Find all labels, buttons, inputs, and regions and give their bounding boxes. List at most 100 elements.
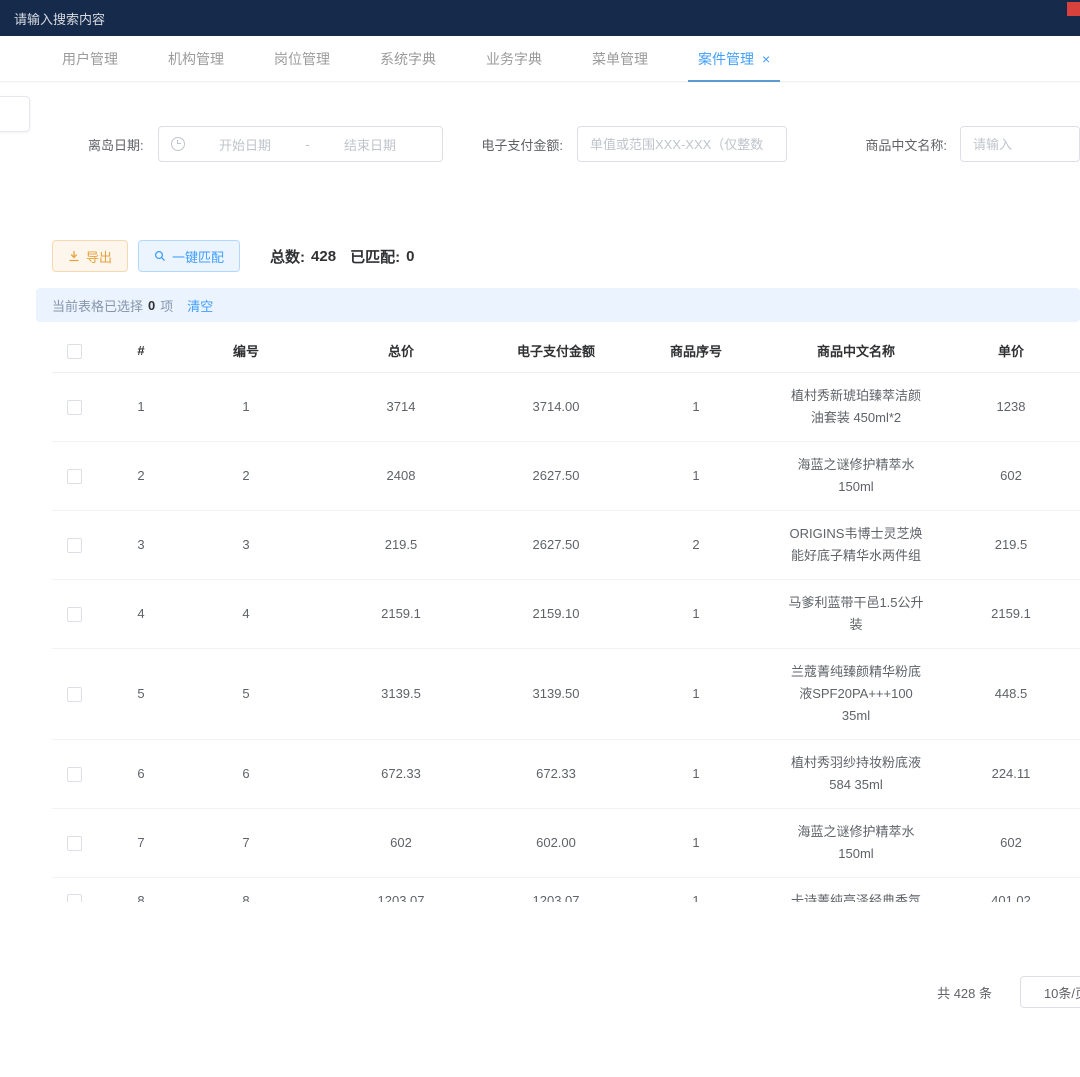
cell-total: 2159.1 <box>306 579 496 648</box>
cell-item_no: 1 <box>616 441 776 510</box>
cell-name: 植村秀羽纱持妆粉底液 584 35ml <box>776 739 936 808</box>
cell-index: 4 <box>96 579 186 648</box>
row-checkbox[interactable] <box>67 836 82 851</box>
cell-paid: 2159.10 <box>496 579 616 648</box>
cell-checkbox <box>52 648 96 739</box>
cell-unit: 448.5 <box>936 648 1080 739</box>
cell-code: 7 <box>186 808 306 877</box>
table-row: 1137143714.001植村秀新琥珀臻萃洁颜油套装 450ml*21238 <box>52 372 1080 441</box>
date-start-placeholder[interactable]: 开始日期 <box>185 135 306 154</box>
cell-code: 4 <box>186 579 306 648</box>
column-header: 总价 <box>306 330 496 372</box>
cell-paid: 672.33 <box>496 739 616 808</box>
tab-4[interactable]: 系统字典 <box>364 36 452 82</box>
cell-index: 5 <box>96 648 186 739</box>
row-checkbox[interactable] <box>67 767 82 782</box>
cell-checkbox <box>52 441 96 510</box>
cell-name: 海蓝之谜修护精萃水 150ml <box>776 808 936 877</box>
total-label: 总数: <box>270 246 305 267</box>
product-name: 兰蔻菁纯臻颜精华粉底液SPF20PA+++100 35ml <box>786 661 926 727</box>
tab-label: 用户管理 <box>62 49 118 69</box>
row-checkbox[interactable] <box>67 687 82 702</box>
row-checkbox[interactable] <box>67 607 82 622</box>
cell-item_no: 1 <box>616 877 776 902</box>
cell-item_no: 1 <box>616 739 776 808</box>
pagination-total: 共 428 条 <box>937 983 992 1002</box>
matched-label: 已匹配: <box>350 246 400 267</box>
cell-checkbox <box>52 739 96 808</box>
cell-item_no: 1 <box>616 579 776 648</box>
product-name-input[interactable] <box>960 126 1080 162</box>
row-checkbox[interactable] <box>67 894 82 902</box>
selection-prefix: 当前表格已选择 <box>52 296 143 315</box>
cell-item_no: 2 <box>616 510 776 579</box>
tab-label: 业务字典 <box>486 49 542 69</box>
table-row: 442159.12159.101马爹利蓝带干邑1.5公升装2159.1 <box>52 579 1080 648</box>
global-search-input[interactable]: 请输入搜索内容 <box>14 9 105 28</box>
cell-checkbox <box>52 579 96 648</box>
tab-7[interactable]: 案件管理× <box>682 36 786 82</box>
cell-total: 3139.5 <box>306 648 496 739</box>
toolbar: 导出 一键匹配 总数: 428 已匹配: 0 <box>0 240 1080 272</box>
column-header: 编号 <box>186 330 306 372</box>
cell-code: 6 <box>186 739 306 808</box>
data-table: #编号总价电子支付金额商品序号商品中文名称单价 1137143714.001植村… <box>52 330 1080 902</box>
export-button[interactable]: 导出 <box>52 240 128 272</box>
cell-paid: 2627.50 <box>496 441 616 510</box>
product-name: 植村秀羽纱持妆粉底液 584 35ml <box>786 752 926 796</box>
cell-paid: 602.00 <box>496 808 616 877</box>
cell-index: 3 <box>96 510 186 579</box>
product-name-filter-label: 商品中文名称: <box>865 135 947 154</box>
cell-name: 海蓝之谜修护精萃水 150ml <box>776 441 936 510</box>
tab-3[interactable]: 岗位管理 <box>258 36 346 82</box>
filter-row: 离岛日期: 开始日期 - 结束日期 电子支付金额: 商品中文名称: <box>0 126 1080 162</box>
cell-code: 8 <box>186 877 306 902</box>
select-all-checkbox[interactable] <box>67 344 82 359</box>
cell-item_no: 1 <box>616 372 776 441</box>
cell-index: 1 <box>96 372 186 441</box>
cell-total: 2408 <box>306 441 496 510</box>
cell-total: 672.33 <box>306 739 496 808</box>
tab-label: 菜单管理 <box>592 49 648 69</box>
tab-1[interactable]: 用户管理 <box>46 36 134 82</box>
cell-total: 219.5 <box>306 510 496 579</box>
product-name: ORIGINS韦博士灵芝焕能好底子精华水两件组 <box>786 523 926 567</box>
selection-info-bar: 当前表格已选择 0 项 清空 <box>36 288 1080 322</box>
table-row: 553139.53139.501兰蔻菁纯臻颜精华粉底液SPF20PA+++100… <box>52 648 1080 739</box>
page-size-select[interactable]: 10条/页 <box>1020 976 1080 1008</box>
tab-close-icon[interactable]: × <box>762 51 770 67</box>
date-range-picker[interactable]: 开始日期 - 结束日期 <box>158 126 444 162</box>
product-name: 植村秀新琥珀臻萃洁颜油套装 450ml*2 <box>786 385 926 429</box>
date-filter-label: 离岛日期: <box>88 135 144 154</box>
column-header: # <box>96 330 186 372</box>
tab-2[interactable]: 机构管理 <box>152 36 240 82</box>
column-header: 商品中文名称 <box>776 330 936 372</box>
tab-6[interactable]: 菜单管理 <box>576 36 664 82</box>
cell-item_no: 1 <box>616 808 776 877</box>
row-checkbox[interactable] <box>67 469 82 484</box>
table-header-row: #编号总价电子支付金额商品序号商品中文名称单价 <box>52 330 1080 372</box>
cell-name: ORIGINS韦博士灵芝焕能好底子精华水两件组 <box>776 510 936 579</box>
cell-total: 3714 <box>306 372 496 441</box>
cell-code: 5 <box>186 648 306 739</box>
tab-label: 机构管理 <box>168 49 224 69</box>
one-click-match-button[interactable]: 一键匹配 <box>138 240 240 272</box>
date-end-placeholder[interactable]: 结束日期 <box>310 135 431 154</box>
tab-bar: 用户管理 机构管理 岗位管理系统字典 业务字典 菜单管理 案件管理× <box>0 36 1080 82</box>
cell-name: 植村秀新琥珀臻萃洁颜油套装 450ml*2 <box>776 372 936 441</box>
search-icon <box>154 250 166 262</box>
download-icon <box>68 250 80 262</box>
cell-item_no: 1 <box>616 648 776 739</box>
row-checkbox[interactable] <box>67 400 82 415</box>
table-row: 2224082627.501海蓝之谜修护精萃水 150ml602 <box>52 441 1080 510</box>
row-checkbox[interactable] <box>67 538 82 553</box>
selection-count: 0 <box>148 298 155 313</box>
column-header: 商品序号 <box>616 330 776 372</box>
collapsed-panel-fragment <box>0 96 30 132</box>
total-value: 428 <box>311 248 336 265</box>
clear-selection-link[interactable]: 清空 <box>187 296 213 315</box>
cell-name: 卡诗菁纯亮泽经典香氛 <box>776 877 936 902</box>
amount-input[interactable] <box>577 126 787 162</box>
cell-index: 2 <box>96 441 186 510</box>
tab-5[interactable]: 业务字典 <box>470 36 558 82</box>
